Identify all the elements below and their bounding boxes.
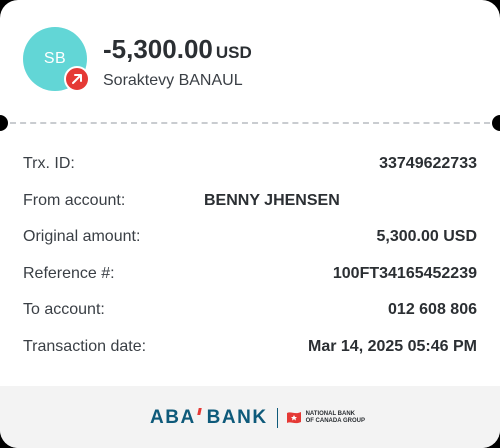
detail-value: 012 608 806 <box>388 301 477 319</box>
detail-row-original-amount: Original amount: 5,300.00 USD <box>0 219 500 256</box>
detail-value: 100FT34165452239 <box>332 264 477 282</box>
detail-value: BENNY JHENSEN <box>204 191 340 209</box>
ticket-notch-right <box>492 115 500 131</box>
detail-value: Mar 14, 2025 05:46 PM <box>308 337 477 355</box>
transaction-details: Trx. ID: 33749622733 From account: BENNY… <box>0 146 500 365</box>
detail-row-trx-id: Trx. ID: 33749622733 <box>0 146 500 183</box>
detail-row-transaction-date: Transaction date: Mar 14, 2025 05:46 PM <box>0 329 500 366</box>
detail-label: Trx. ID: <box>23 155 75 173</box>
amount-currency: USD <box>215 43 252 62</box>
transaction-receipt-card: SB -5,300.00 USD Soraktevy BANAUL Trx. ID… <box>0 0 500 448</box>
amount-value: -5,300.00 <box>103 34 213 64</box>
nbc-flag-icon <box>286 412 301 424</box>
detail-row-from-account: From account: BENNY JHENSEN <box>0 183 500 220</box>
nbc-line-1: NATIONAL BANK <box>305 411 356 417</box>
logo-separator <box>276 408 278 428</box>
detail-label: Transaction date: <box>23 337 147 355</box>
counterparty-name: Soraktevy BANAUL <box>103 72 243 89</box>
avatar-initials: SB <box>43 50 67 67</box>
dashed-divider <box>10 122 490 124</box>
nbc-group-logo-text: NATIONAL BANK OF CANADA GROUP <box>306 411 365 425</box>
detail-label: Reference #: <box>23 264 115 282</box>
detail-row-to-account: To account: 012 608 806 <box>0 292 500 329</box>
detail-value: 5,300.00 USD <box>376 228 477 246</box>
detail-label: Original amount: <box>23 228 141 246</box>
detail-value: 33749622733 <box>379 155 477 173</box>
detail-label: From account: <box>23 191 126 209</box>
bank-logo: ABA BANK NATIONAL BANK OF CANADA GROUP <box>150 406 365 430</box>
outgoing-arrow-icon <box>64 66 90 92</box>
nbc-line-2: OF CANADA GROUP <box>305 418 366 424</box>
detail-label: To account: <box>23 301 105 319</box>
aba-bank-logo: ABA BANK <box>150 407 268 428</box>
aba-accent-mark <box>196 408 202 415</box>
detail-row-reference: Reference #: 100FT34165452239 <box>0 256 500 293</box>
receipt-header: SB -5,300.00 USD Soraktevy BANAUL <box>0 0 500 122</box>
transaction-amount: -5,300.00 USD <box>103 34 252 68</box>
